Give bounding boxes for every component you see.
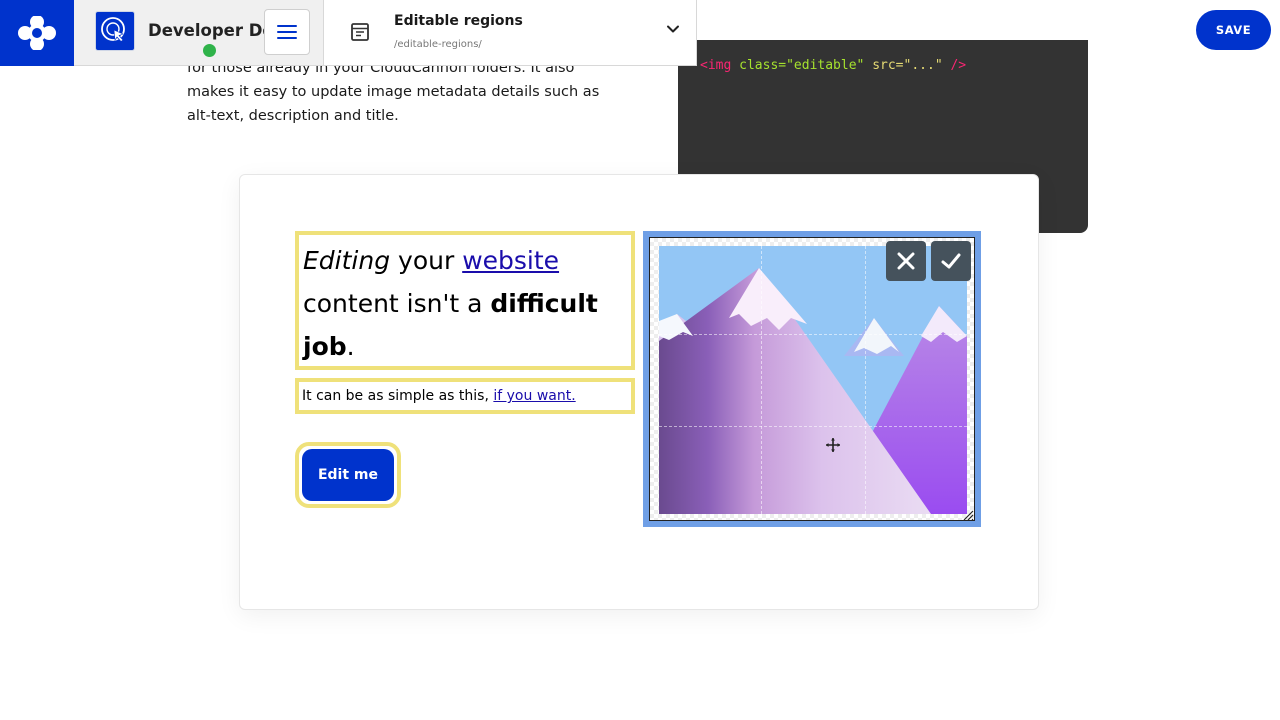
paragraph-link[interactable]: if you want. (493, 388, 575, 404)
resize-handle-icon[interactable] (962, 509, 974, 521)
hamburger-menu-icon (277, 25, 297, 39)
code-end: /> (950, 58, 967, 73)
mountain-image[interactable] (659, 246, 967, 514)
code-tag: <img (700, 58, 732, 73)
heading-text: content isn't a (303, 289, 491, 318)
file-path: /editable-regions/ (394, 39, 482, 50)
paragraph-text: It can be as simple as this, (302, 388, 494, 404)
heading-strong: job (303, 332, 347, 361)
chevron-down-icon[interactable] (666, 22, 680, 36)
image-canvas[interactable] (649, 237, 975, 521)
move-icon[interactable] (826, 438, 840, 452)
page-content: for those already in your CloudCannon fo… (0, 0, 1280, 720)
site-status-badge (201, 42, 218, 59)
heading-link[interactable]: website (462, 246, 559, 275)
cloudcannon-logo-icon (18, 16, 56, 50)
code-attr: class="editable" (739, 58, 865, 73)
file-layout-icon (351, 23, 369, 41)
demo-paragraph[interactable]: It can be as simple as this, if you want… (302, 386, 576, 406)
editable-heading-region[interactable]: Editing your website content isn't a dif… (295, 231, 635, 370)
cancel-crop-button[interactable] (886, 241, 926, 281)
editable-button-region[interactable]: Edit me (295, 442, 401, 508)
close-icon (897, 252, 915, 270)
edit-me-button[interactable]: Edit me (302, 449, 394, 501)
heading-text: . (346, 332, 355, 361)
confirm-crop-button[interactable] (931, 241, 971, 281)
file-title: Editable regions (394, 13, 523, 29)
site-avatar[interactable] (95, 11, 135, 51)
file-selector[interactable]: Editable regions /editable-regions/ (323, 0, 697, 66)
demo-heading[interactable]: Editing your website content isn't a dif… (303, 239, 633, 368)
save-button[interactable]: SAVE (1196, 10, 1271, 50)
code-src: src="..." (872, 58, 943, 73)
menu-button[interactable] (264, 9, 310, 55)
intro-paragraph: for those already in your CloudCannon fo… (187, 56, 607, 128)
cloudcannon-logo[interactable] (0, 0, 74, 66)
heading-strong: difficult (490, 289, 598, 318)
site-cursor-icon (101, 17, 125, 42)
intro-line: makes it easy to update image metadata d… (187, 84, 600, 100)
check-icon (941, 253, 961, 269)
heading-text: your (390, 246, 463, 275)
code-line: <img class="editable" src="..." /> (700, 58, 966, 73)
editable-paragraph-region[interactable]: It can be as simple as this, if you want… (295, 378, 635, 414)
heading-emphasis: Editing (303, 246, 391, 275)
intro-line: alt-text, description and title. (187, 108, 399, 124)
